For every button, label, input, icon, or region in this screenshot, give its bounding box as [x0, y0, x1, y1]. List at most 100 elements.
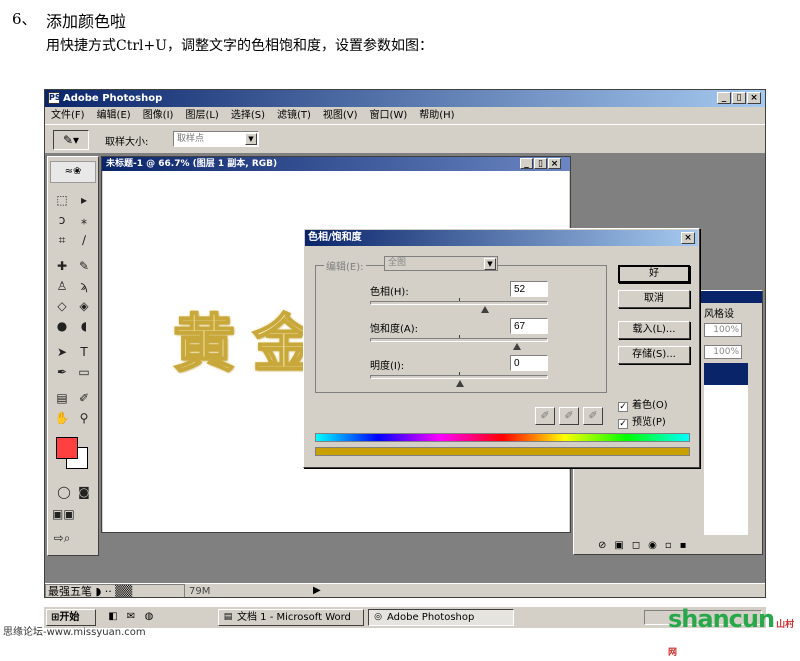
- jump-to-imageready-icon[interactable]: ⇨⌕: [52, 529, 72, 547]
- lightness-slider-track[interactable]: [370, 372, 548, 387]
- healing-brush-icon[interactable]: ✚: [52, 257, 72, 275]
- menu-edit[interactable]: 编辑(E): [91, 107, 137, 124]
- edit-select[interactable]: 全图 ▼: [384, 256, 498, 271]
- menu-select[interactable]: 选择(S): [225, 107, 271, 124]
- preview-label: 预览(P): [632, 417, 666, 428]
- slice-tool-icon[interactable]: ∕: [74, 231, 94, 249]
- menu-filter[interactable]: 滤镜(T): [271, 107, 317, 124]
- hue-slider-track[interactable]: [370, 298, 548, 313]
- standard-mode-icon[interactable]: ◯: [54, 483, 74, 501]
- saturation-slider-center-tick: [459, 335, 460, 338]
- doc-close-button[interactable]: ×: [548, 158, 561, 169]
- dialog-close-button[interactable]: ×: [681, 232, 695, 244]
- taskbar: ⊞开始 ◧ ✉ ◍ ▤ 文档 1 - Microsoft Word ◎ Adob…: [44, 606, 766, 628]
- preview-checkbox[interactable]: ✓ 预览(P): [618, 413, 666, 429]
- browser-icon[interactable]: ◍: [142, 610, 156, 624]
- edit-select-value: 全图: [388, 258, 407, 268]
- maximize-button[interactable]: ▯: [732, 92, 746, 104]
- paint-bucket-icon[interactable]: ◈: [74, 297, 94, 315]
- ok-button[interactable]: 好: [618, 265, 690, 283]
- dialog-title-text: 色相/饱和度: [308, 232, 362, 243]
- hue-slider-center-tick: [459, 298, 460, 301]
- preview-check-box[interactable]: ✓: [618, 419, 628, 429]
- cancel-button[interactable]: 取消: [618, 290, 690, 308]
- saturation-input[interactable]: [510, 318, 548, 334]
- colorize-checkbox[interactable]: ✓ 着色(O): [618, 396, 668, 412]
- status-bar: 最强五笔 ◗ ·· ▒▒ 79M ▶: [45, 583, 765, 598]
- task-word[interactable]: ▤ 文档 1 - Microsoft Word: [218, 609, 364, 626]
- hue-slider-thumb[interactable]: [481, 306, 489, 313]
- eyedropper-icon[interactable]: ✐: [535, 407, 555, 425]
- menu-view[interactable]: 视图(V): [317, 107, 364, 124]
- photoshop-logo-icon: PS: [48, 92, 61, 104]
- menu-image[interactable]: 图像(I): [137, 107, 180, 124]
- toolbox-logo[interactable]: ≈❀: [50, 161, 96, 183]
- styles-tab[interactable]: 风格设: [704, 305, 734, 320]
- task-photoshop[interactable]: ◎ Adobe Photoshop: [368, 609, 514, 626]
- brush-tool-icon[interactable]: ✎: [74, 257, 94, 275]
- lightness-input[interactable]: [510, 355, 548, 371]
- ime-bar[interactable]: 最强五笔 ◗ ·· ▒▒: [45, 584, 185, 598]
- magic-wand-icon[interactable]: ⁎: [74, 211, 94, 229]
- ime-label: 最强五笔: [48, 585, 92, 598]
- marquee-tool-icon[interactable]: ⬚: [52, 191, 72, 209]
- sample-size-select[interactable]: 取样点 ▼: [173, 131, 259, 147]
- app-title: Adobe Photoshop: [63, 93, 163, 104]
- layers-bottom-icons[interactable]: ⊘▣◻◉▫▪: [574, 537, 762, 554]
- play-arrow-icon[interactable]: ▶: [313, 585, 321, 596]
- document-title: 未标题-1 @ 66.7% (图层 1 副本, RGB): [102, 157, 570, 171]
- menu-help[interactable]: 帮助(H): [413, 107, 460, 124]
- tool-preset-picker[interactable]: ✎▾: [53, 130, 89, 150]
- eyedropper-plus-icon[interactable]: ✐: [559, 407, 579, 425]
- watermark-text: shancun: [668, 605, 775, 633]
- photoshop-task-icon: ◎: [374, 612, 382, 622]
- saturation-slider-track[interactable]: [370, 335, 548, 350]
- hue-input[interactable]: [510, 281, 548, 297]
- eyedropper-tool-icon[interactable]: ✐: [74, 389, 94, 407]
- menu-file[interactable]: 文件(F): [45, 107, 91, 124]
- saturation-slider-thumb[interactable]: [513, 343, 521, 350]
- dodge-tool-icon[interactable]: ◖: [74, 317, 94, 335]
- eyedropper-minus-icon[interactable]: ✐: [583, 407, 603, 425]
- path-select-icon[interactable]: ➤: [52, 343, 72, 361]
- selected-layer-row[interactable]: [704, 363, 748, 385]
- fill-field[interactable]: 100%: [704, 345, 742, 359]
- start-label: 开始: [59, 612, 80, 623]
- crop-tool-icon[interactable]: ⌗: [52, 231, 72, 249]
- chevron-down-icon: ▼: [484, 258, 496, 270]
- quick-mask-icon[interactable]: ◙: [74, 483, 94, 501]
- shape-tool-icon[interactable]: ▭: [74, 363, 94, 381]
- save-button[interactable]: 存储(S)...: [618, 346, 690, 364]
- watermark: shancun 山村网: [668, 605, 800, 661]
- output-color-spectrum: [315, 447, 690, 456]
- screen-mode-icon[interactable]: ▣▣: [52, 505, 75, 523]
- type-tool-icon[interactable]: T: [74, 343, 94, 361]
- history-brush-icon[interactable]: ϡ: [74, 277, 94, 295]
- blur-tool-icon[interactable]: ●: [52, 317, 72, 335]
- menu-layer[interactable]: 图层(L): [179, 107, 224, 124]
- load-button[interactable]: 载入(L)...: [618, 321, 690, 339]
- hand-tool-icon[interactable]: ✋: [52, 409, 72, 427]
- lightness-label: 明度(I):: [370, 361, 405, 372]
- move-tool-icon[interactable]: ▸: [74, 191, 94, 209]
- colorize-check-box[interactable]: ✓: [618, 402, 628, 412]
- minimize-button[interactable]: _: [717, 92, 731, 104]
- lightness-slider-thumb[interactable]: [456, 380, 464, 387]
- eraser-tool-icon[interactable]: ◇: [52, 297, 72, 315]
- close-button[interactable]: ×: [747, 92, 761, 104]
- menu-window[interactable]: 窗口(W): [364, 107, 414, 124]
- step-description: 用快捷方式Ctrl+U，调整文字的色相饱和度，设置参数如图：: [46, 38, 434, 54]
- edit-label: 编辑(E):: [324, 258, 366, 273]
- lasso-tool-icon[interactable]: ↄ: [52, 211, 72, 229]
- show-desktop-icon[interactable]: ◧: [106, 610, 120, 624]
- foreground-color-swatch[interactable]: [56, 437, 78, 459]
- zoom-tool-icon[interactable]: ⚲: [74, 409, 94, 427]
- notes-tool-icon[interactable]: ▤: [52, 389, 72, 407]
- outlook-icon[interactable]: ✉: [124, 610, 138, 624]
- layers-list[interactable]: [704, 385, 748, 535]
- clone-stamp-icon[interactable]: ♙: [52, 277, 72, 295]
- opacity-field[interactable]: 100%: [704, 323, 742, 337]
- pen-tool-icon[interactable]: ✒: [52, 363, 72, 381]
- doc-maximize-button[interactable]: ▯: [534, 158, 547, 169]
- doc-minimize-button[interactable]: _: [520, 158, 533, 169]
